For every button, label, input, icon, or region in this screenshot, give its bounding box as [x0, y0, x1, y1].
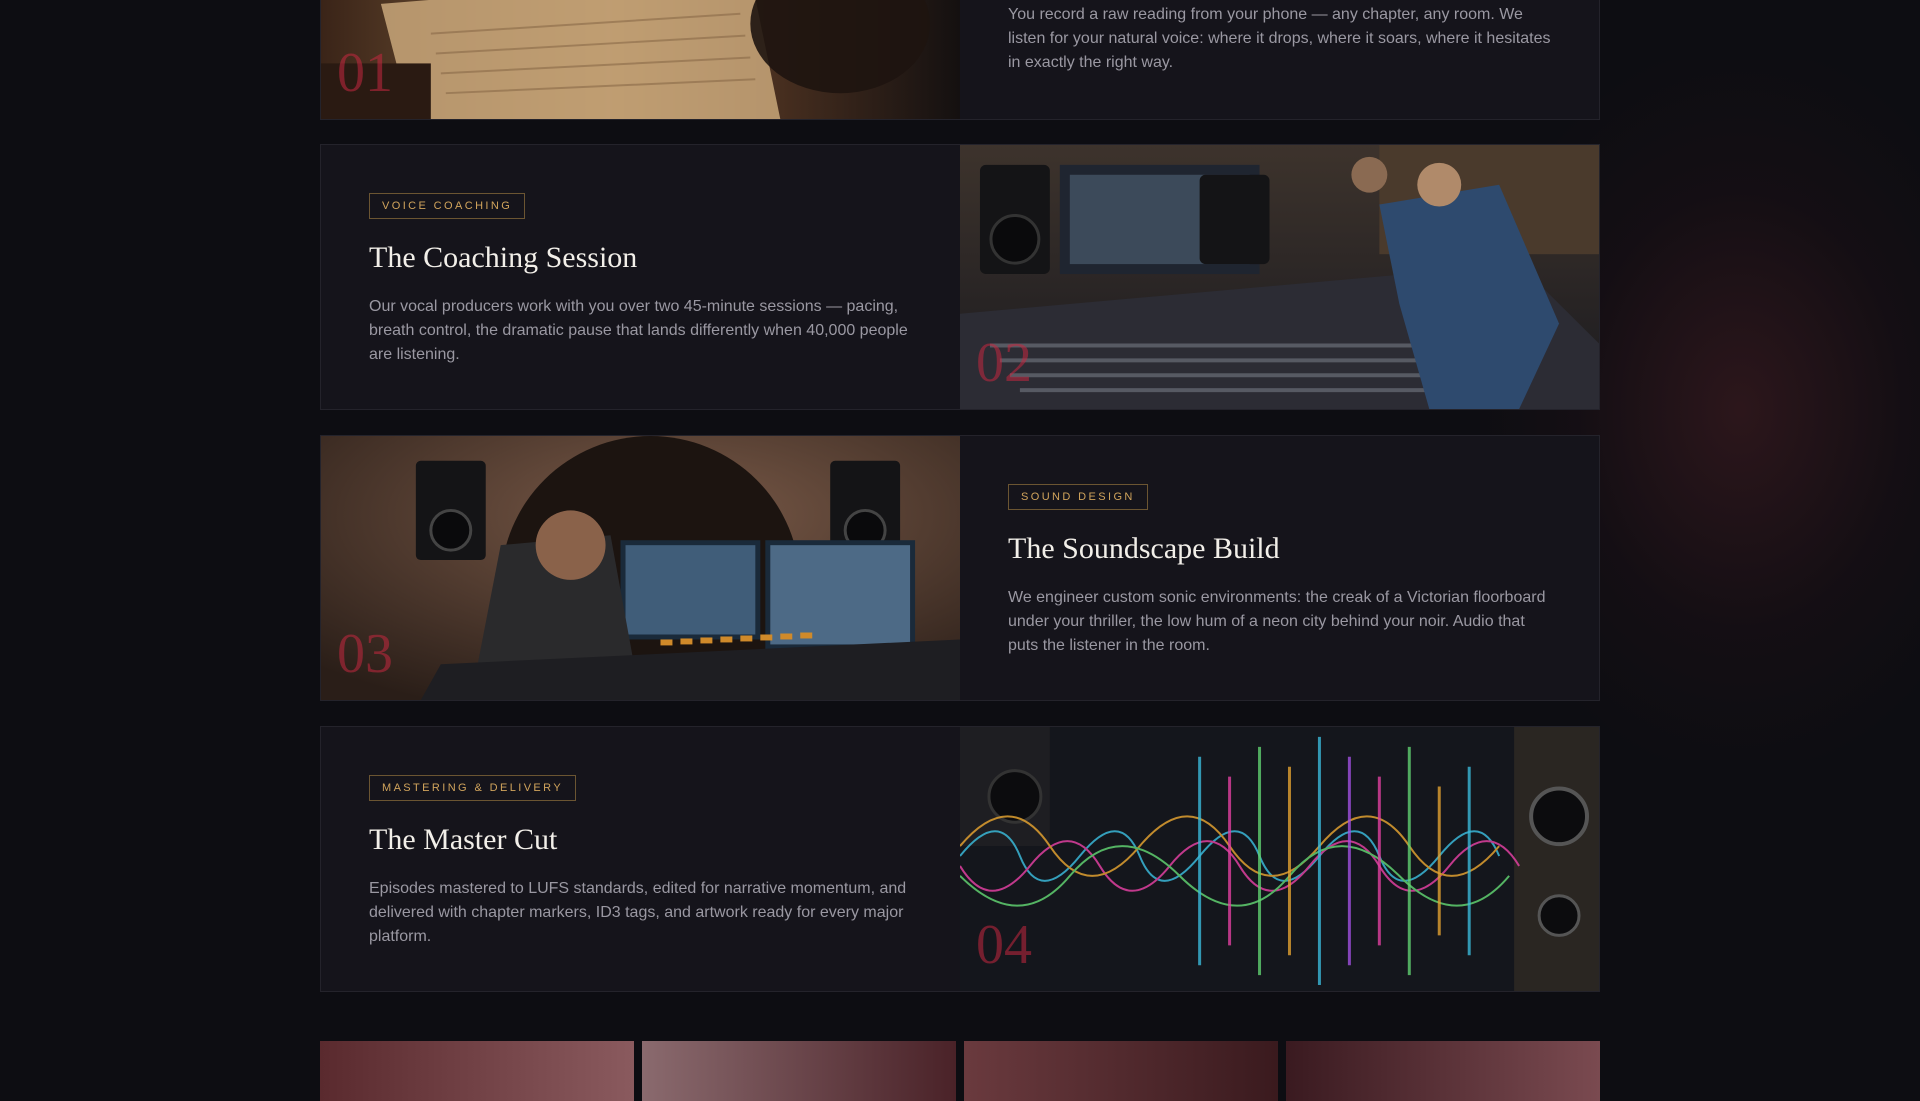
step-number: 04 — [976, 914, 1032, 976]
gallery-strip — [320, 1041, 1600, 1101]
step-2-content: VOICE COACHING The Coaching Session Our … — [321, 145, 960, 409]
step-title: The Master Cut — [369, 823, 558, 856]
step-1-image: 01 — [321, 0, 960, 119]
step-card-3: 03 SOUND DESIGN The Soundscape Build We … — [320, 435, 1600, 701]
step-description: Our vocal producers work with you over t… — [369, 298, 908, 363]
sound-engineer-image — [321, 436, 960, 700]
step-tag: VOICE COACHING — [369, 193, 526, 219]
step-number: 01 — [337, 42, 393, 104]
step-number: 03 — [337, 623, 393, 685]
step-title: The Coaching Session — [369, 241, 638, 274]
step-3-image: 03 — [321, 436, 960, 700]
step-description: We engineer custom sonic environments: t… — [1008, 589, 1546, 654]
step-2-image: 02 — [960, 145, 1599, 409]
step-1-content: You record a raw reading from your phone… — [960, 0, 1599, 119]
gallery-thumb-2[interactable] — [642, 1041, 956, 1101]
step-card-4: MASTERING & DELIVERY The Master Cut Epis… — [320, 726, 1600, 992]
step-4-image: 04 — [960, 727, 1599, 991]
step-card-1: 01 You record a raw reading from your ph… — [320, 0, 1600, 120]
book-reading-image — [321, 0, 960, 119]
step-number: 02 — [976, 332, 1032, 394]
step-description: You record a raw reading from your phone… — [1008, 6, 1551, 71]
step-title: The Soundscape Build — [1008, 532, 1280, 565]
step-tag: MASTERING & DELIVERY — [369, 775, 577, 801]
step-card-2: VOICE COACHING The Coaching Session Our … — [320, 144, 1600, 410]
step-tag: SOUND DESIGN — [1008, 484, 1148, 510]
studio-console-image — [960, 145, 1599, 409]
step-description: Episodes mastered to LUFS standards, edi… — [369, 880, 907, 945]
step-3-content: SOUND DESIGN The Soundscape Build We eng… — [960, 436, 1599, 700]
gallery-thumb-3[interactable] — [964, 1041, 1278, 1101]
waveform-image — [960, 727, 1599, 991]
gallery-thumb-1[interactable] — [320, 1041, 634, 1101]
gallery-thumb-4[interactable] — [1286, 1041, 1600, 1101]
step-4-content: MASTERING & DELIVERY The Master Cut Epis… — [321, 727, 960, 991]
